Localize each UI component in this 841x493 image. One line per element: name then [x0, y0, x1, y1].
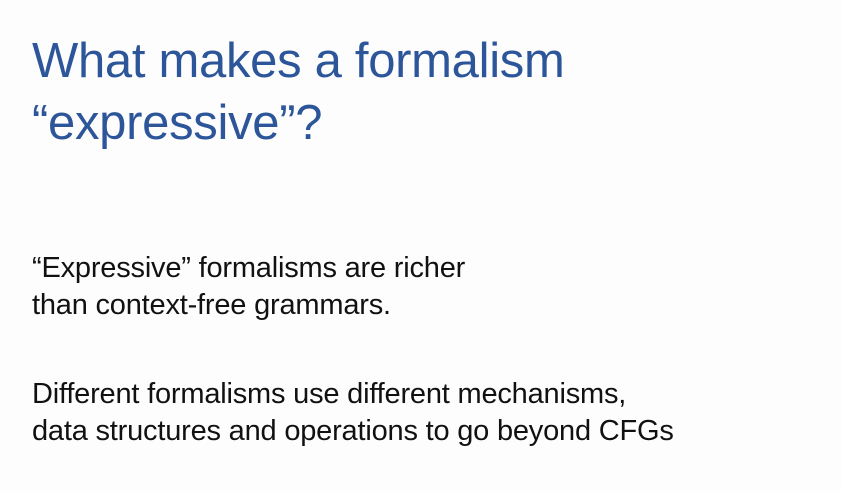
paragraph-different-mechanisms: Different formalisms use different mecha…: [32, 376, 832, 450]
slide-title-line-2: “expressive”?: [32, 96, 323, 150]
paragraph-line: “Expressive” formalisms are richer: [32, 252, 466, 284]
slide: What makes a formalism “expressive”? “Ex…: [0, 0, 841, 493]
paragraph-expressive-richer: “Expressive” formalisms are richer than …: [32, 250, 832, 324]
slide-body: “Expressive” formalisms are richer than …: [32, 250, 832, 450]
slide-title-line-1: What makes a formalism: [32, 34, 565, 88]
paragraph-line: data structures and operations to go bey…: [32, 415, 674, 447]
paragraph-line: Different formalisms use different mecha…: [32, 378, 627, 410]
slide-title: What makes a formalism “expressive”?: [32, 30, 822, 154]
paragraph-line: than context-free grammars.: [32, 289, 391, 321]
